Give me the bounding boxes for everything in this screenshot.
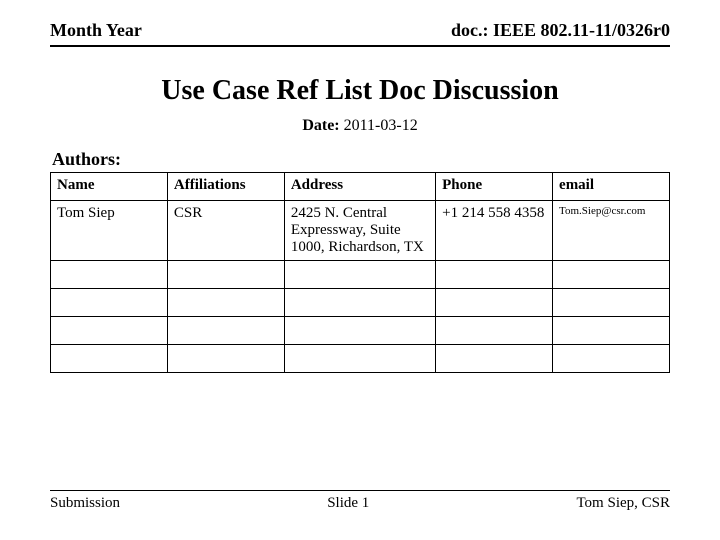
col-header-name: Name [51,173,168,201]
cell-email: Tom.Siep@csr.com [553,201,670,261]
cell-affil [167,345,284,373]
cell-affil [167,289,284,317]
col-header-phone: Phone [436,173,553,201]
cell-phone: +1 214 558 4358 [436,201,553,261]
cell-address: 2425 N. Central Expressway, Suite 1000, … [284,201,435,261]
cell-address [284,261,435,289]
cell-phone [436,317,553,345]
header-right: doc.: IEEE 802.11-11/0326r0 [451,20,670,41]
cell-email [553,345,670,373]
header-bar: Month Year doc.: IEEE 802.11-11/0326r0 [50,20,670,47]
cell-address [284,345,435,373]
cell-phone [436,345,553,373]
table-header-row: Name Affiliations Address Phone email [51,173,670,201]
cell-name: Tom Siep [51,201,168,261]
cell-name [51,317,168,345]
authors-label: Authors: [50,149,670,170]
table-row [51,289,670,317]
footer-left: Submission [50,495,120,512]
authors-table: Name Affiliations Address Phone email To… [50,172,670,373]
header-left: Month Year [50,20,142,41]
cell-address [284,289,435,317]
cell-phone [436,261,553,289]
cell-email [553,261,670,289]
table-row [51,345,670,373]
cell-name [51,289,168,317]
cell-phone [436,289,553,317]
title-block: Use Case Ref List Doc Discussion Date: 2… [50,75,670,135]
cell-affil: CSR [167,201,284,261]
table-row [51,261,670,289]
cell-name [51,345,168,373]
footer-bar: Submission Slide 1 Tom Siep, CSR [50,490,670,512]
table-row [51,317,670,345]
cell-affil [167,317,284,345]
footer-right: Tom Siep, CSR [576,495,670,512]
table-row: Tom Siep CSR 2425 N. Central Expressway,… [51,201,670,261]
cell-email [553,289,670,317]
cell-address [284,317,435,345]
date-label: Date: [302,117,339,134]
col-header-email: email [553,173,670,201]
footer-center: Slide 1 [327,495,369,512]
col-header-address: Address [284,173,435,201]
cell-email [553,317,670,345]
date-line: Date: 2011-03-12 [50,117,670,135]
page-title: Use Case Ref List Doc Discussion [50,75,670,107]
col-header-affiliations: Affiliations [167,173,284,201]
cell-affil [167,261,284,289]
date-value: 2011-03-12 [344,117,418,134]
cell-name [51,261,168,289]
